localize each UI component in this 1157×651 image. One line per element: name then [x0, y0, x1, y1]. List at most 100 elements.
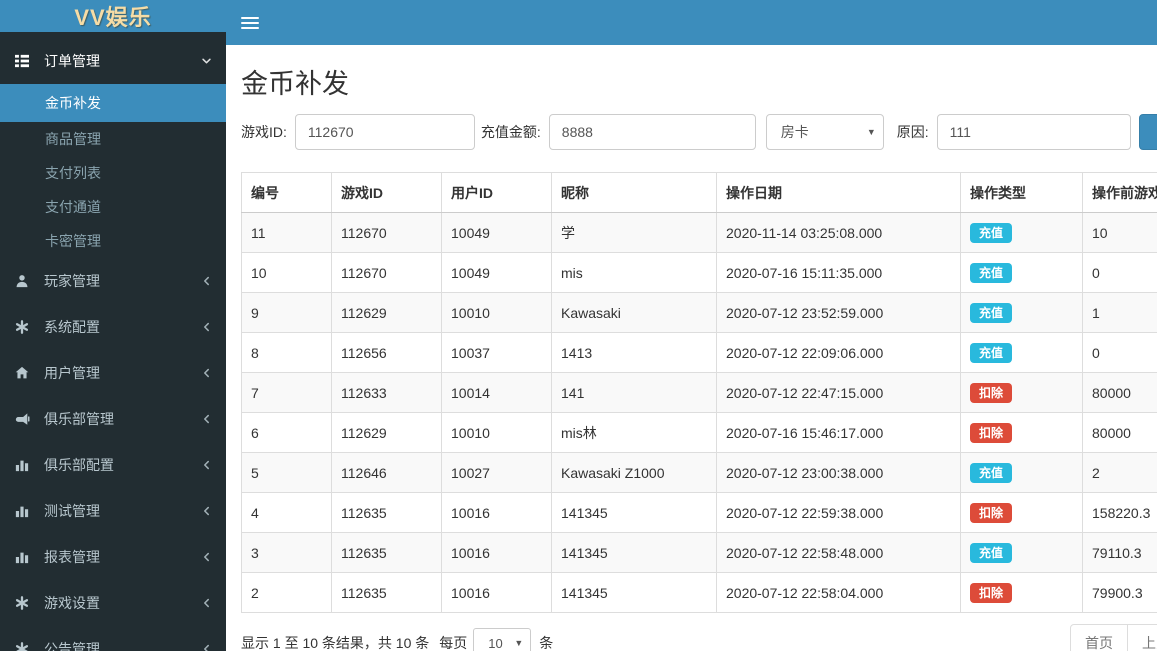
table-cell: 141345	[551, 572, 717, 613]
table-cell: 2020-07-12 22:59:38.000	[716, 492, 961, 533]
results-summary: 显示 1 至 10 条结果，共 10 条	[241, 635, 430, 651]
op-type-badge: 充值	[970, 262, 1013, 283]
table-cell: 2020-11-14 03:25:08.000	[716, 212, 961, 253]
recharge-button[interactable]: 充值	[1138, 114, 1157, 150]
sidebar-item[interactable]: 玩家管理	[0, 258, 226, 304]
sidebar-subitem[interactable]: 卡密管理	[0, 224, 226, 258]
sidebar-section-4: 俱乐部管理	[0, 396, 226, 442]
amount-input[interactable]	[548, 114, 756, 150]
sidebar-item[interactable]: 报表管理	[0, 534, 226, 580]
page-size-select[interactable]: 10	[473, 628, 532, 651]
bullhorn-icon	[15, 412, 37, 426]
table-cell: 141	[551, 372, 717, 413]
before-value-cell: 80000	[1082, 412, 1157, 453]
asterisk-icon	[15, 642, 37, 651]
type-select[interactable]: 房卡	[765, 114, 884, 150]
table-cell: 112646	[331, 452, 442, 493]
chevron-left-icon	[201, 414, 212, 425]
chevron-left-icon	[201, 460, 212, 471]
table-cell: 112670	[331, 252, 442, 293]
chevron-left-icon	[201, 322, 212, 333]
table-cell: 2	[241, 572, 332, 613]
op-type-cell: 扣除	[960, 492, 1083, 533]
table-cell: 9	[241, 292, 332, 333]
column-header: 游戏ID	[331, 172, 442, 213]
before-value-cell: 1	[1082, 292, 1157, 333]
before-value-cell: 79900.3	[1082, 572, 1157, 613]
sidebar-subitem[interactable]: 支付通道	[0, 190, 226, 224]
table-cell: 2020-07-12 23:00:38.000	[716, 452, 961, 493]
column-header: 操作前游戏	[1082, 172, 1157, 213]
sidebar-item[interactable]: 系统配置	[0, 304, 226, 350]
sidebar-item-label: 订单管理	[44, 53, 100, 69]
sidebar-subitem[interactable]: 支付列表	[0, 156, 226, 190]
chevron-left-icon	[201, 368, 212, 379]
pagination: 首页上页	[1070, 624, 1157, 651]
sidebar-item[interactable]: 订单管理	[0, 38, 226, 84]
sidebar-item-label: 报表管理	[44, 549, 100, 565]
pagination-button-first[interactable]: 首页	[1070, 624, 1128, 651]
op-type-cell: 扣除	[960, 412, 1083, 453]
sidebar-item[interactable]: 俱乐部配置	[0, 442, 226, 488]
table-cell: 6	[241, 412, 332, 453]
table-cell: 112629	[331, 412, 442, 453]
page-size-wrap: 10 ▼	[473, 628, 532, 651]
table-cell: 10037	[441, 332, 552, 373]
page-title: 金币补发	[241, 69, 349, 99]
sidebar-item[interactable]: 俱乐部管理	[0, 396, 226, 442]
table-row: 7 112633 10014 141 2020-07-12 22:47:15.000 扣除…	[241, 372, 1157, 413]
table-cell: 2020-07-12 22:58:48.000	[716, 532, 961, 573]
bar-chart-icon	[15, 458, 37, 472]
sidebar-subitem[interactable]: 商品管理	[0, 122, 226, 156]
table-cell: 10049	[441, 252, 552, 293]
table-cell: Kawasaki	[551, 292, 717, 333]
table-footer: 显示 1 至 10 条结果，共 10 条 每页 10 ▼ 条 首页上页	[241, 624, 1157, 651]
reason-input[interactable]	[936, 114, 1131, 150]
sidebar-item-label: 测试管理	[44, 503, 100, 519]
table-cell: 4	[241, 492, 332, 533]
sidebar-item-label: 用户管理	[44, 365, 100, 381]
bar-chart-icon	[15, 550, 37, 564]
op-type-badge: 充值	[970, 462, 1013, 483]
before-value-cell: 79110.3	[1082, 532, 1157, 573]
op-type-badge: 充值	[970, 342, 1013, 363]
game-id-input[interactable]	[294, 114, 475, 150]
sidebar-item[interactable]: 测试管理	[0, 488, 226, 534]
chevron-down-icon	[201, 56, 212, 67]
table-cell: 141345	[551, 532, 717, 573]
table-cell: Kawasaki Z1000	[551, 452, 717, 493]
table-cell: 112635	[331, 492, 442, 533]
sidebar: VV娱乐 订单管理金币补发 商品管理 支付列表 支付通道 卡密管理 玩家管理 系统配置用户管…	[0, 0, 226, 651]
th-list-icon	[15, 54, 37, 68]
before-value-cell: 158220.3	[1082, 492, 1157, 533]
table-cell: 11	[241, 212, 332, 253]
column-header: 昵称	[551, 172, 717, 213]
chevron-left-icon	[201, 644, 212, 651]
op-type-badge: 充值	[970, 302, 1013, 323]
sidebar-section-8: 游戏设置	[0, 580, 226, 626]
op-type-badge: 扣除	[970, 422, 1013, 443]
before-value-cell: 0	[1082, 252, 1157, 293]
before-value-cell: 2	[1082, 452, 1157, 493]
before-value-cell: 80000	[1082, 372, 1157, 413]
sidebar-item[interactable]: 游戏设置	[0, 580, 226, 626]
bar-chart-icon	[15, 504, 37, 518]
column-header: 操作类型	[960, 172, 1083, 213]
sidebar-item[interactable]: 公告管理	[0, 626, 226, 651]
sidebar-subitem[interactable]: 金币补发	[0, 84, 226, 122]
hamburger-icon[interactable]	[241, 14, 259, 32]
sidebar-item[interactable]: 用户管理	[0, 350, 226, 396]
op-type-cell: 充值	[960, 292, 1083, 333]
app-logo: VV娱乐	[0, 0, 226, 32]
column-header: 用户ID	[441, 172, 552, 213]
pagination-button-prev[interactable]: 上页	[1127, 624, 1157, 651]
table-cell: 2020-07-16 15:46:17.000	[716, 412, 961, 453]
table-cell: 10010	[441, 292, 552, 333]
top-navbar	[226, 0, 1157, 45]
per-page-suffix: 条	[539, 635, 554, 651]
table-cell: 112670	[331, 212, 442, 253]
sidebar-item-label: 俱乐部管理	[44, 411, 114, 427]
op-type-cell: 扣除	[960, 372, 1083, 413]
table-cell: mis林	[551, 412, 717, 453]
table-header: 编号 游戏ID 用户ID 昵称 操作日期 操作类型 操作前游戏	[241, 172, 1157, 213]
